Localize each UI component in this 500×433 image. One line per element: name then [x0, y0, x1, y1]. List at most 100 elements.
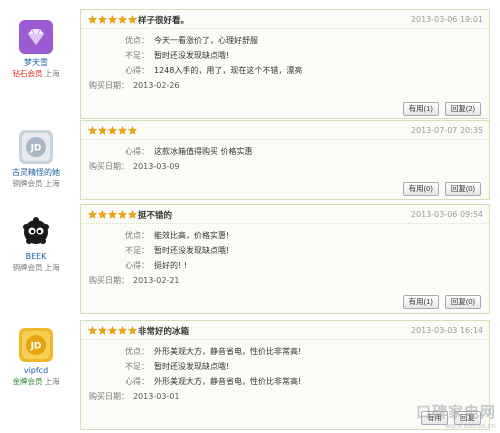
review-date: 2013-03-06 09:54 — [410, 210, 483, 219]
user-location: 上海 — [44, 263, 60, 272]
user-location: 上海 — [44, 377, 60, 386]
review-date: 2013-07-07 20:35 — [410, 126, 483, 135]
star-icon — [108, 15, 117, 24]
buy-date: 2013-03-09 — [133, 162, 180, 171]
buy-date: 2013-02-26 — [133, 81, 180, 90]
review-header: 2013-07-07 20:35 — [81, 121, 489, 140]
review-card: 样子很好看。 2013-03-06 19:01 优点： 今天一看涨价了，心理好舒服… — [80, 9, 490, 119]
star-icon — [118, 15, 127, 24]
user-level: 钻石会员 上海 — [0, 68, 72, 79]
buy-date: 2013-02-21 — [133, 276, 180, 285]
star-icon — [98, 15, 107, 24]
user-level: 铜牌会员 上海 — [0, 262, 72, 273]
review-title: 非常好的冰箱 — [138, 327, 190, 337]
feeling-row: 心得： 外形美观大方，静音省电，性价比非常高! — [81, 374, 489, 389]
buy-date-row: 购买日期： 2013-02-21 — [89, 276, 180, 285]
star-icon — [88, 326, 97, 335]
user-name[interactable]: 古灵精怪的她 — [0, 168, 72, 178]
review-title: 样子很好看。 — [138, 16, 190, 26]
star-icon — [98, 210, 107, 219]
feeling-text: 外形美观大方，静音省电，性价比非常高! — [154, 377, 302, 386]
cons-row: 不足： 暂时还没发现缺点哦! — [81, 359, 489, 374]
reply-button[interactable]: 回复(0) — [444, 182, 481, 196]
star-icon — [128, 15, 137, 24]
reply-button[interactable]: 回复(0) — [444, 295, 481, 309]
star-icon — [118, 326, 127, 335]
feeling-row: 心得： 1248入手的，用了，现在这个不错，漂亮 — [81, 63, 489, 78]
star-icon — [98, 126, 107, 135]
user-panel: BEEK 铜牌会员 上海 — [0, 214, 72, 273]
feeling-row: 心得： 挺好的! ! — [81, 258, 489, 273]
user-panel: JD 古灵精怪的她 铜牌会员 上海 — [0, 130, 72, 189]
buy-date: 2013-03-01 — [133, 392, 180, 401]
jd-silver-avatar[interactable]: JD — [19, 130, 53, 164]
review-date: 2013-03-06 19:01 — [410, 15, 483, 24]
useful-button[interactable]: 有用(1) — [402, 102, 439, 116]
rating-stars — [88, 326, 137, 335]
rating-stars — [88, 126, 137, 135]
user-panel: JD vipfcd 金牌会员 上海 — [0, 328, 72, 387]
cons-row: 不足： 暂时还没发现缺点哦! — [81, 48, 489, 63]
buy-date-row: 购买日期： 2013-02-26 — [89, 81, 180, 90]
useful-button[interactable]: 有用(0) — [402, 182, 439, 196]
star-icon — [118, 210, 127, 219]
pros-text: 外形美观大方，静音省电，性价比非常高! — [154, 347, 302, 356]
cons-text: 暂时还没发现缺点哦! — [154, 51, 230, 60]
star-icon — [108, 126, 117, 135]
review-card: 2013-07-07 20:35 心得： 这款冰箱值得购买 价格实惠 购买日期： 2… — [80, 120, 490, 200]
pros-text: 今天一看涨价了，心理好舒服 — [154, 36, 258, 45]
useful-button[interactable]: 有用(1) — [402, 295, 439, 309]
star-icon — [118, 126, 127, 135]
star-icon — [98, 326, 107, 335]
user-level: 金牌会员 上海 — [0, 376, 72, 387]
watermark-url: www.eapad.cn — [444, 422, 496, 430]
black-fuzzball-avatar[interactable] — [19, 214, 53, 248]
user-name[interactable]: BEEK — [0, 252, 72, 262]
review-header: 非常好的冰箱 2013-03-03 16:14 — [81, 321, 489, 340]
star-icon — [88, 210, 97, 219]
user-level: 铜牌会员 上海 — [0, 178, 72, 189]
review-title: 挺不错的 — [138, 211, 173, 221]
site-watermark: 口碑家电网 www.eapad.cn — [416, 401, 496, 430]
pros-text: 能效比高，价格实惠! — [154, 231, 230, 240]
rating-stars — [88, 15, 137, 24]
star-icon — [88, 15, 97, 24]
pros-row: 优点： 能效比高，价格实惠! — [81, 228, 489, 243]
member-level: 钻石会员 — [12, 69, 43, 78]
review-date: 2013-03-03 16:14 — [410, 326, 483, 335]
svg-text:JD: JD — [30, 144, 42, 154]
review-header: 样子很好看。 2013-03-06 19:01 — [81, 10, 489, 29]
rating-stars — [88, 210, 137, 219]
feeling-text: 挺好的! ! — [154, 261, 187, 270]
star-icon — [88, 126, 97, 135]
star-icon — [128, 126, 137, 135]
purple-diamond-avatar[interactable] — [19, 20, 53, 54]
cons-row: 不足： 暂时还没发现缺点哦! — [81, 243, 489, 258]
member-level: 金牌会员 — [12, 377, 43, 386]
pros-row: 优点： 今天一看涨价了，心理好舒服 — [81, 33, 489, 48]
star-icon — [128, 326, 137, 335]
watermark-logo: 口碑家电网 — [415, 403, 496, 421]
star-icon — [108, 326, 117, 335]
feeling-row: 心得： 这款冰箱值得购买 价格实惠 — [81, 144, 489, 159]
feeling-text: 1248入手的，用了，现在这个不错，漂亮 — [154, 66, 303, 75]
jd-gold-avatar[interactable]: JD — [19, 328, 53, 362]
user-name[interactable]: vipfcd — [0, 366, 72, 376]
user-panel: 梦天雪 钻石会员 上海 — [0, 20, 72, 79]
star-icon — [128, 210, 137, 219]
user-name[interactable]: 梦天雪 — [0, 58, 72, 68]
buy-date-row: 购买日期： 2013-03-09 — [89, 162, 180, 171]
user-location: 上海 — [44, 179, 60, 188]
pros-row: 优点： 外形美观大方，静音省电，性价比非常高! — [81, 344, 489, 359]
svg-text:JD: JD — [30, 342, 42, 352]
cons-text: 暂时还没发现缺点哦! — [154, 362, 230, 371]
feeling-text: 这款冰箱值得购买 价格实惠 — [154, 147, 253, 156]
star-icon — [108, 210, 117, 219]
review-card: 挺不错的 2013-03-06 09:54 优点： 能效比高，价格实惠! 不足：暂… — [80, 204, 490, 314]
review-header: 挺不错的 2013-03-06 09:54 — [81, 205, 489, 224]
user-location: 上海 — [44, 69, 60, 78]
member-level: 铜牌会员 — [12, 263, 43, 272]
cons-text: 暂时还没发现缺点哦! — [154, 246, 230, 255]
member-level: 铜牌会员 — [12, 179, 43, 188]
reply-button[interactable]: 回复(2) — [444, 102, 481, 116]
